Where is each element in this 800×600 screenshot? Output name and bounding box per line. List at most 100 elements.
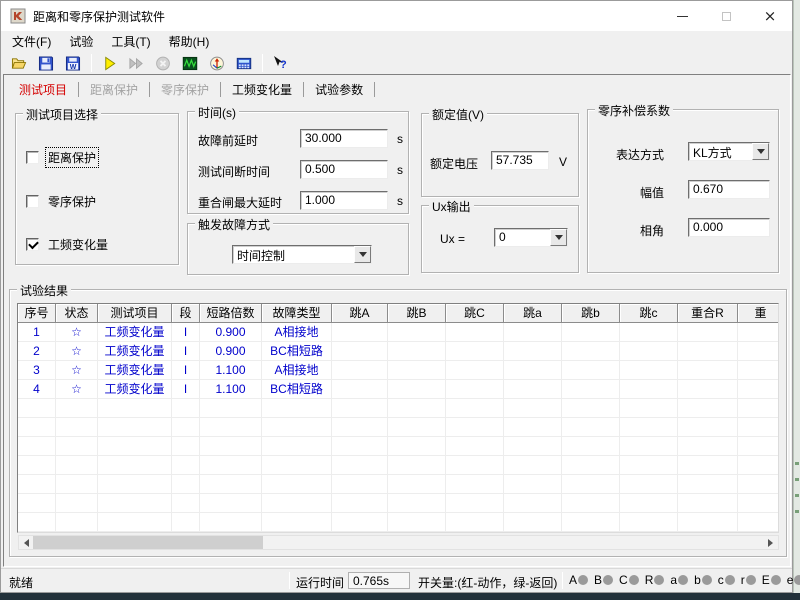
column-header[interactable]: 重合R bbox=[678, 304, 738, 323]
table-cell bbox=[446, 399, 504, 418]
table-cell bbox=[18, 418, 56, 437]
checkbox-label: 距离保护 bbox=[46, 148, 98, 167]
table-cell bbox=[332, 399, 388, 418]
table-cell bbox=[738, 323, 779, 342]
table-cell bbox=[504, 475, 562, 494]
table-cell: A相接地 bbox=[262, 361, 332, 380]
input-fault-pre-delay[interactable]: 30.000 bbox=[300, 129, 388, 148]
column-header[interactable]: 跳a bbox=[504, 304, 562, 323]
column-header[interactable]: 状态 bbox=[56, 304, 98, 323]
table-cell bbox=[562, 418, 620, 437]
column-header[interactable]: 测试项目 bbox=[98, 304, 172, 323]
table-row bbox=[18, 418, 778, 437]
table-cell bbox=[388, 494, 446, 513]
group-title: 试验结果 bbox=[17, 282, 71, 299]
menu-test[interactable]: 试验 bbox=[60, 31, 102, 52]
table-cell bbox=[56, 437, 98, 456]
start-test-icon[interactable] bbox=[97, 53, 121, 73]
table-cell bbox=[504, 342, 562, 361]
table-row[interactable]: 1☆工频变化量I0.900A相接地 bbox=[18, 323, 778, 342]
column-header[interactable]: 跳c bbox=[620, 304, 678, 323]
maximize-icon bbox=[722, 12, 731, 21]
checkbox-power-freq-change[interactable]: 工频变化量 bbox=[26, 235, 110, 254]
checkbox-unchecked-icon[interactable] bbox=[26, 151, 39, 164]
table-row[interactable]: 4☆工频变化量I1.100BC相短路 bbox=[18, 380, 778, 399]
column-header[interactable]: 跳A bbox=[332, 304, 388, 323]
checkbox-distance-protection[interactable]: 距离保护 bbox=[26, 148, 98, 167]
menu-file[interactable]: 文件(F) bbox=[3, 31, 60, 52]
table-row[interactable]: 2☆工频变化量I0.900BC相短路 bbox=[18, 342, 778, 361]
column-header[interactable]: 跳b bbox=[562, 304, 620, 323]
column-header[interactable]: 故障类型 bbox=[262, 304, 332, 323]
waveform-icon[interactable] bbox=[178, 53, 202, 73]
combo-expression-mode[interactable]: KL方式 bbox=[688, 142, 770, 161]
phasor-icon[interactable] bbox=[205, 53, 229, 73]
table-cell: I bbox=[172, 342, 200, 361]
table-cell: 1 bbox=[18, 323, 56, 342]
indicator-dot-icon bbox=[725, 575, 735, 585]
trigger-mode-combo[interactable]: 时间控制 bbox=[232, 245, 372, 264]
scroll-left-icon[interactable] bbox=[19, 536, 33, 549]
table-cell bbox=[172, 494, 200, 513]
table-row[interactable]: 3☆工频变化量I1.100A相接地 bbox=[18, 361, 778, 380]
table-cell bbox=[620, 456, 678, 475]
input-phase-angle[interactable]: 0.000 bbox=[688, 218, 770, 237]
export-word-icon[interactable]: W bbox=[61, 53, 85, 73]
table-cell bbox=[446, 342, 504, 361]
column-header[interactable]: 重 bbox=[738, 304, 779, 323]
tab-separator bbox=[374, 82, 375, 97]
context-help-icon[interactable]: ? bbox=[268, 53, 292, 73]
column-header[interactable]: 短路倍数 bbox=[200, 304, 262, 323]
field-label: 重合闸最大延时 bbox=[198, 194, 282, 211]
runtime-label: 运行时间 bbox=[296, 574, 344, 591]
checkbox-zero-seq-protection[interactable]: 零序保护 bbox=[26, 192, 98, 211]
table-cell bbox=[332, 342, 388, 361]
background-detail bbox=[795, 510, 799, 513]
table-cell bbox=[388, 475, 446, 494]
input-test-interval[interactable]: 0.500 bbox=[300, 160, 388, 179]
horizontal-scrollbar[interactable] bbox=[18, 535, 779, 550]
menu-tools[interactable]: 工具(T) bbox=[102, 31, 159, 52]
table-cell bbox=[678, 494, 738, 513]
calculator-icon[interactable] bbox=[232, 53, 256, 73]
tab-power-freq-change[interactable]: 工频变化量 bbox=[222, 80, 302, 100]
tab-test-items[interactable]: 测试项目 bbox=[9, 80, 77, 100]
background-detail bbox=[795, 478, 799, 481]
table-cell bbox=[98, 494, 172, 513]
checkbox-checked-icon[interactable] bbox=[26, 238, 39, 251]
column-header[interactable]: 跳C bbox=[446, 304, 504, 323]
window-title: 距离和零序保护测试软件 bbox=[33, 8, 165, 25]
column-header[interactable]: 跳B bbox=[388, 304, 446, 323]
table-cell bbox=[332, 437, 388, 456]
rated-voltage-unit: V bbox=[559, 155, 567, 169]
open-icon[interactable] bbox=[7, 53, 31, 73]
tab-bar: 测试项目距离保护零序保护工频变化量试验参数 bbox=[9, 80, 376, 99]
close-button[interactable]: × bbox=[748, 1, 792, 31]
input-reclose-max-delay[interactable]: 1.000 bbox=[300, 191, 388, 210]
checkbox-unchecked-icon[interactable] bbox=[26, 195, 39, 208]
table-cell: 工频变化量 bbox=[98, 342, 172, 361]
menu-help[interactable]: 帮助(H) bbox=[160, 31, 219, 52]
table-cell bbox=[446, 361, 504, 380]
tab-test-parameters[interactable]: 试验参数 bbox=[305, 80, 373, 100]
chevron-down-icon[interactable] bbox=[550, 229, 567, 246]
maximize-button[interactable] bbox=[704, 1, 748, 31]
table-cell bbox=[200, 437, 262, 456]
group-title: Ux输出 bbox=[429, 198, 474, 215]
save-icon[interactable] bbox=[34, 53, 58, 73]
chevron-down-icon[interactable] bbox=[752, 143, 769, 160]
chevron-down-icon[interactable] bbox=[354, 246, 371, 263]
minimize-button[interactable] bbox=[660, 1, 704, 31]
table-cell bbox=[738, 437, 779, 456]
table-cell bbox=[446, 513, 504, 532]
scroll-right-icon[interactable] bbox=[764, 536, 778, 549]
table-cell bbox=[262, 494, 332, 513]
input-amplitude[interactable]: 0.670 bbox=[688, 180, 770, 199]
scrollbar-thumb[interactable] bbox=[33, 536, 263, 549]
column-header[interactable]: 序号 bbox=[18, 304, 56, 323]
group-title: 额定值(V) bbox=[429, 106, 487, 123]
rated-voltage-input[interactable]: 57.735 bbox=[491, 151, 549, 170]
table-cell bbox=[98, 437, 172, 456]
column-header[interactable]: 段 bbox=[172, 304, 200, 323]
ux-output-combo[interactable]: 0 bbox=[494, 228, 568, 247]
